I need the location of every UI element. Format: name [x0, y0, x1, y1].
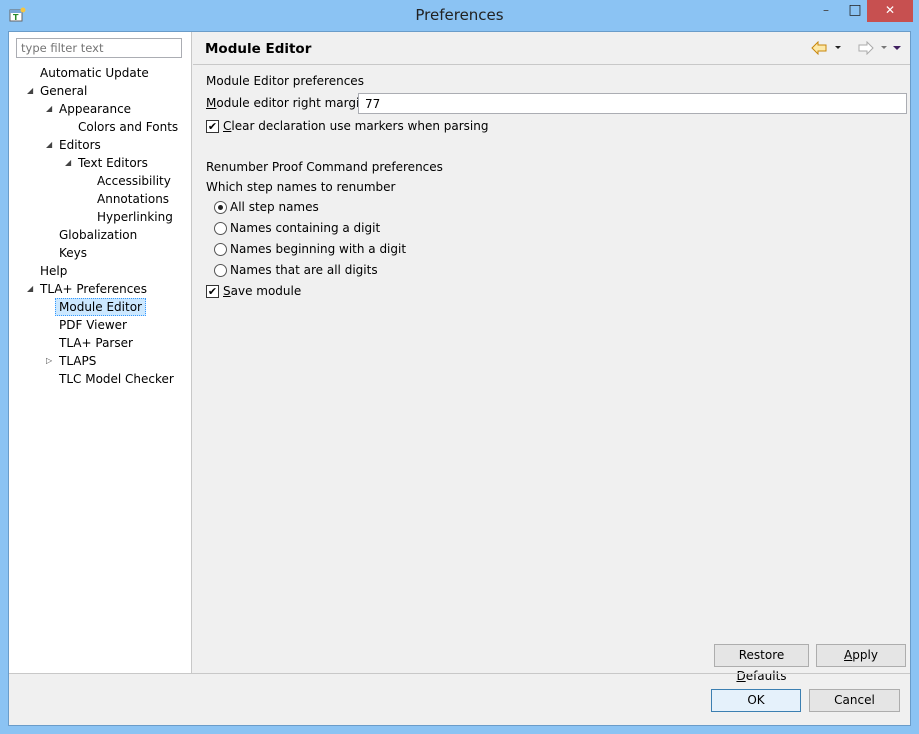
tree-item[interactable]: Module Editor: [55, 298, 146, 316]
radio-label[interactable]: Names containing a digit: [230, 221, 380, 235]
ok-button[interactable]: OK: [711, 689, 801, 712]
tree-item[interactable]: Colors and Fonts: [78, 118, 178, 136]
right-margin-input[interactable]: [358, 93, 907, 114]
close-button[interactable]: ✕: [867, 0, 913, 22]
tree-item[interactable]: TLA+ Parser: [59, 334, 133, 352]
forward-arrow-icon[interactable]: [858, 41, 874, 55]
filter-input[interactable]: [16, 38, 182, 58]
radio-button[interactable]: [214, 243, 227, 256]
save-module-label[interactable]: Save module: [223, 284, 301, 298]
back-arrow-icon[interactable]: [811, 41, 827, 55]
save-module-checkbox[interactable]: ✔: [206, 285, 219, 298]
tree-item[interactable]: Keys: [59, 244, 87, 262]
tree-item[interactable]: General: [40, 82, 87, 100]
tree-item[interactable]: Globalization: [59, 226, 137, 244]
app-icon: T: [9, 7, 26, 22]
tree-item[interactable]: Automatic Update: [40, 64, 149, 82]
clear-markers-checkbox[interactable]: ✔: [206, 120, 219, 133]
tree-item[interactable]: TLA+ Preferences: [40, 280, 147, 298]
apply-button[interactable]: Apply: [816, 644, 906, 667]
window-title: Preferences: [415, 6, 504, 24]
tree-item[interactable]: Accessibility: [97, 172, 171, 190]
preference-page: Module Editor Module Editor preferences …: [193, 32, 910, 683]
svg-text:T: T: [13, 13, 19, 22]
expand-arrow-icon[interactable]: ▷: [46, 352, 52, 370]
tree-item[interactable]: Editors: [59, 136, 101, 154]
collapse-arrow-icon[interactable]: ◢: [27, 280, 33, 298]
collapse-arrow-icon[interactable]: ◢: [27, 82, 33, 100]
radio-label[interactable]: All step names: [230, 200, 319, 214]
tree-item[interactable]: PDF Viewer: [59, 316, 127, 334]
forward-dropdown-icon[interactable]: [881, 46, 887, 49]
view-menu-icon[interactable]: [893, 46, 901, 50]
cancel-button[interactable]: Cancel: [809, 689, 900, 712]
collapse-arrow-icon[interactable]: ◢: [46, 100, 52, 118]
tree-item[interactable]: TLC Model Checker: [59, 370, 174, 388]
page-title: Module Editor: [205, 41, 312, 57]
collapse-arrow-icon[interactable]: ◢: [46, 136, 52, 154]
radio-button[interactable]: [214, 222, 227, 235]
radio-label[interactable]: Names that are all digits: [230, 263, 378, 277]
which-step-label: Which step names to renumber: [206, 180, 396, 194]
collapse-arrow-icon[interactable]: ◢: [65, 154, 71, 172]
tree-item[interactable]: Text Editors: [78, 154, 148, 172]
restore-defaults-button[interactable]: Restore Defaults: [714, 644, 809, 683]
preference-tree-panel: Automatic Update◢General◢AppearanceColor…: [9, 32, 192, 673]
dialog-body: Automatic Update◢General◢AppearanceColor…: [8, 31, 911, 726]
tree-item[interactable]: Appearance: [59, 100, 131, 118]
margin-label: Module editor right margin: [206, 96, 367, 110]
tree-item[interactable]: TLAPS: [59, 352, 96, 370]
radio-label[interactable]: Names beginning with a digit: [230, 242, 406, 256]
nav-toolbar: [811, 41, 901, 55]
page-header: Module Editor: [193, 32, 910, 65]
tree-item[interactable]: Help: [40, 262, 67, 280]
clear-markers-label[interactable]: Clear declaration use markers when parsi…: [223, 119, 488, 133]
tree-item[interactable]: Hyperlinking: [97, 208, 173, 226]
back-dropdown-icon[interactable]: [835, 46, 841, 49]
section-renumber-prefs: Renumber Proof Command preferences: [206, 160, 443, 174]
tree-item[interactable]: Annotations: [97, 190, 169, 208]
radio-button[interactable]: [214, 201, 227, 214]
radio-button[interactable]: [214, 264, 227, 277]
minimize-button[interactable]: –: [811, 0, 841, 22]
divider: [9, 673, 910, 674]
maximize-button[interactable]: □: [841, 0, 869, 22]
section-module-editor-prefs: Module Editor preferences: [206, 74, 364, 88]
